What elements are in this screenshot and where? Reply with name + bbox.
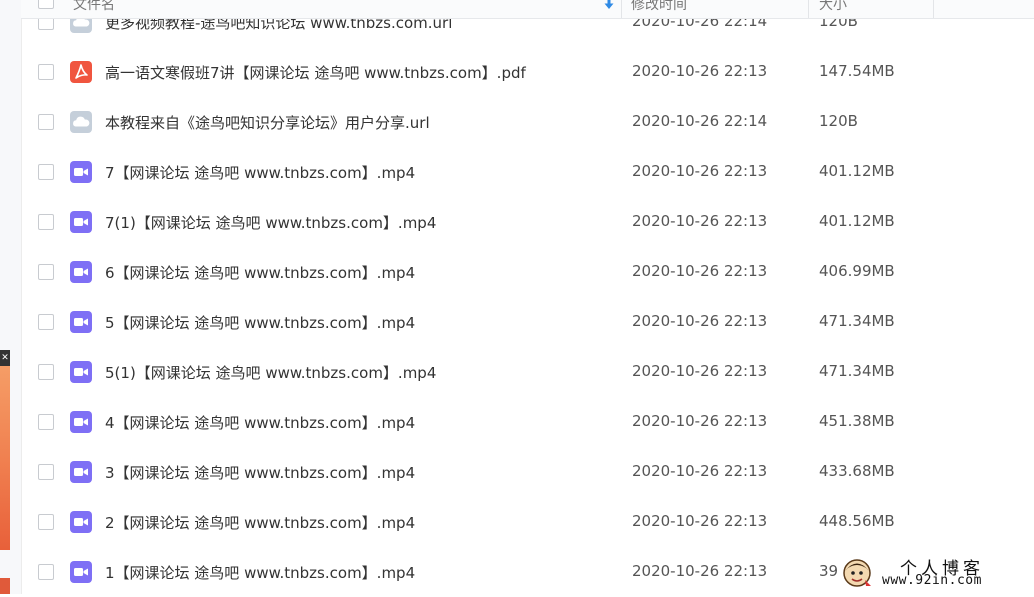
file-modified-date: 2020-10-26 22:13 bbox=[632, 512, 768, 530]
file-row[interactable]: 4【网课论坛 途鸟吧 www.tnbzs.com】.mp4 2020-10-26 … bbox=[21, 397, 1034, 447]
file-name[interactable]: 5(1)【网课论坛 途鸟吧 www.tnbzs.com】.mp4 bbox=[105, 362, 436, 383]
side-ad-thumbnail-bottom bbox=[0, 578, 10, 594]
file-modified-date: 2020-10-26 22:13 bbox=[632, 412, 768, 430]
file-modified-date: 2020-10-26 22:14 bbox=[632, 112, 768, 130]
file-modified-date: 2020-10-26 22:13 bbox=[632, 562, 768, 580]
file-name[interactable]: 7(1)【网课论坛 途鸟吧 www.tnbzs.com】.mp4 bbox=[105, 212, 436, 233]
file-modified-date: 2020-10-26 22:13 bbox=[632, 312, 768, 330]
video-file-icon bbox=[69, 210, 93, 234]
file-list-header: 文件名 修改时间 大小 bbox=[21, 0, 1034, 19]
video-file-icon bbox=[69, 410, 93, 434]
column-header-date[interactable]: 修改时间 bbox=[631, 0, 687, 14]
video-file-icon bbox=[69, 160, 93, 184]
file-size: 120B bbox=[819, 112, 858, 130]
file-row[interactable]: 3【网课论坛 途鸟吧 www.tnbzs.com】.mp4 2020-10-26 … bbox=[21, 447, 1034, 497]
file-modified-date: 2020-10-26 22:13 bbox=[632, 262, 768, 280]
file-row[interactable]: 高一语文寒假班7讲【网课论坛 途鸟吧 www.tnbzs.com】.pdf 202… bbox=[21, 47, 1034, 97]
file-name[interactable]: 4【网课论坛 途鸟吧 www.tnbzs.com】.mp4 bbox=[105, 412, 415, 433]
row-checkbox[interactable] bbox=[38, 564, 54, 580]
watermark: 个人博客 www.92in.com bbox=[838, 552, 1034, 594]
file-size: 471.34MB bbox=[819, 312, 895, 330]
file-modified-date: 2020-10-26 22:13 bbox=[632, 62, 768, 80]
file-row[interactable]: 5(1)【网课论坛 途鸟吧 www.tnbzs.com】.mp4 2020-10-… bbox=[21, 347, 1034, 397]
column-divider[interactable] bbox=[933, 0, 934, 18]
file-size: 433.68MB bbox=[819, 462, 895, 480]
row-checkbox[interactable] bbox=[38, 514, 54, 530]
video-file-icon bbox=[69, 360, 93, 384]
row-checkbox[interactable] bbox=[38, 164, 54, 180]
row-checkbox[interactable] bbox=[38, 114, 54, 130]
file-modified-date: 2020-10-26 22:13 bbox=[632, 362, 768, 380]
file-row[interactable]: 2【网课论坛 途鸟吧 www.tnbzs.com】.mp4 2020-10-26 … bbox=[21, 497, 1034, 547]
file-name[interactable]: 2【网课论坛 途鸟吧 www.tnbzs.com】.mp4 bbox=[105, 512, 415, 533]
file-name[interactable]: 本教程来自《途鸟吧知识分享论坛》用户分享.url bbox=[105, 112, 430, 133]
file-size: 448.56MB bbox=[819, 512, 895, 530]
column-divider[interactable] bbox=[808, 0, 809, 18]
side-ad-thumbnail[interactable]: ✕ bbox=[0, 350, 10, 550]
file-size: 147.54MB bbox=[819, 62, 895, 80]
pdf-file-icon bbox=[69, 60, 93, 84]
mascot-logo-icon bbox=[843, 559, 871, 587]
row-checkbox[interactable] bbox=[38, 414, 54, 430]
file-modified-date: 2020-10-26 22:13 bbox=[632, 212, 768, 230]
file-size: 471.34MB bbox=[819, 362, 895, 380]
row-checkbox[interactable] bbox=[38, 464, 54, 480]
file-modified-date: 2020-10-26 22:13 bbox=[632, 462, 768, 480]
column-divider[interactable] bbox=[621, 0, 622, 18]
video-file-icon bbox=[69, 510, 93, 534]
sort-down-icon[interactable] bbox=[603, 0, 615, 10]
video-file-icon bbox=[69, 310, 93, 334]
select-all-checkbox[interactable] bbox=[38, 0, 54, 9]
row-checkbox[interactable] bbox=[38, 64, 54, 80]
file-size: 39 bbox=[819, 562, 839, 580]
file-size: 451.38MB bbox=[819, 412, 895, 430]
file-modified-date: 2020-10-26 22:13 bbox=[632, 162, 768, 180]
file-row[interactable]: 5【网课论坛 途鸟吧 www.tnbzs.com】.mp4 2020-10-26 … bbox=[21, 297, 1034, 347]
row-checkbox[interactable] bbox=[38, 214, 54, 230]
file-row[interactable]: 本教程来自《途鸟吧知识分享论坛》用户分享.url 2020-10-26 22:14… bbox=[21, 97, 1034, 147]
video-file-icon bbox=[69, 260, 93, 284]
file-name[interactable]: 3【网课论坛 途鸟吧 www.tnbzs.com】.mp4 bbox=[105, 462, 415, 483]
file-name[interactable]: 高一语文寒假班7讲【网课论坛 途鸟吧 www.tnbzs.com】.pdf bbox=[105, 62, 526, 83]
file-size: 401.12MB bbox=[819, 162, 895, 180]
file-row[interactable]: 6【网课论坛 途鸟吧 www.tnbzs.com】.mp4 2020-10-26 … bbox=[21, 247, 1034, 297]
column-header-name[interactable]: 文件名 bbox=[73, 0, 115, 14]
file-row[interactable]: 7(1)【网课论坛 途鸟吧 www.tnbzs.com】.mp4 2020-10-… bbox=[21, 197, 1034, 247]
file-name[interactable]: 7【网课论坛 途鸟吧 www.tnbzs.com】.mp4 bbox=[105, 162, 415, 183]
close-icon[interactable]: ✕ bbox=[0, 350, 10, 366]
file-row[interactable]: 7【网课论坛 途鸟吧 www.tnbzs.com】.mp4 2020-10-26 … bbox=[21, 147, 1034, 197]
cloud-file-icon bbox=[69, 110, 93, 134]
file-name[interactable]: 5【网课论坛 途鸟吧 www.tnbzs.com】.mp4 bbox=[105, 312, 415, 333]
watermark-url: www.92in.com bbox=[882, 573, 982, 588]
file-size: 406.99MB bbox=[819, 262, 895, 280]
video-file-icon bbox=[69, 460, 93, 484]
video-file-icon bbox=[69, 560, 93, 584]
file-name[interactable]: 1【网课论坛 途鸟吧 www.tnbzs.com】.mp4 bbox=[105, 562, 415, 583]
file-name[interactable]: 6【网课论坛 途鸟吧 www.tnbzs.com】.mp4 bbox=[105, 262, 415, 283]
row-checkbox[interactable] bbox=[38, 264, 54, 280]
column-header-size[interactable]: 大小 bbox=[819, 0, 847, 14]
file-size: 401.12MB bbox=[819, 212, 895, 230]
row-checkbox[interactable] bbox=[38, 314, 54, 330]
row-checkbox[interactable] bbox=[38, 364, 54, 380]
